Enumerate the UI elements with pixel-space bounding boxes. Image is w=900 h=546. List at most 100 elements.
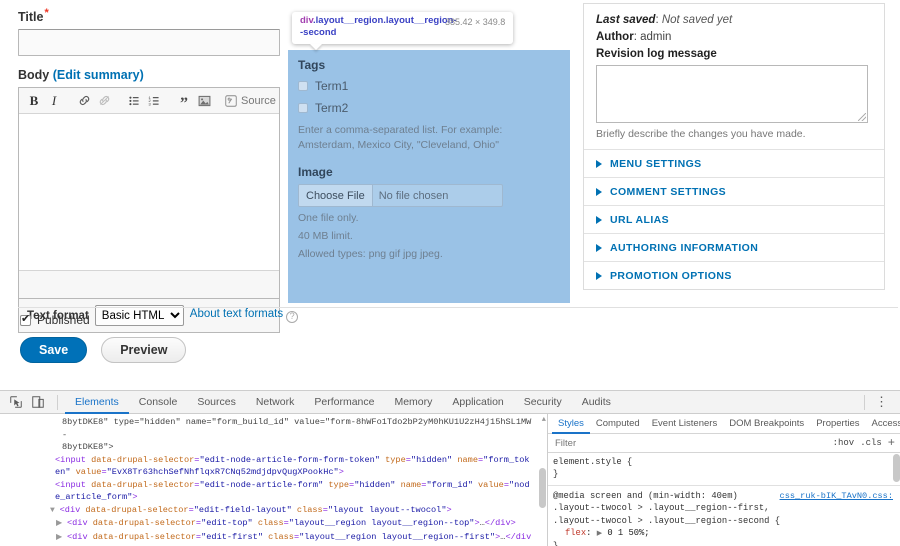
code-token: data-drupal-selector <box>88 532 196 542</box>
preview-button[interactable]: Preview <box>101 337 186 363</box>
inspect-element-icon[interactable] <box>6 394 26 411</box>
expand-arrow-icon[interactable]: ▶ <box>597 530 602 538</box>
sidebar-item-menu-settings[interactable]: MENU SETTINGS <box>584 149 884 177</box>
body-label: Body (Edit summary) <box>18 68 280 83</box>
tab-styles[interactable]: Styles <box>552 414 590 434</box>
style-rule[interactable]: @media screen and (min-width: 40em) .lay… <box>553 490 895 546</box>
last-saved-line: Last saved: Not saved yet <box>596 14 872 26</box>
devtools-more-menu[interactable]: ⋮ <box>864 395 894 410</box>
sidebar-item-authoring-information[interactable]: AUTHORING INFORMATION <box>584 233 884 261</box>
italic-button[interactable]: I <box>45 91 63 111</box>
image-file-input[interactable]: Choose File No file chosen <box>298 184 503 207</box>
inspector-dimensions: 385.42 × 349.8 <box>445 15 505 28</box>
numbered-list-icon[interactable]: 1 2 3 <box>145 91 163 111</box>
code-token: data-drupal-selector <box>86 455 194 465</box>
edit-summary-link[interactable]: (Edit summary) <box>53 68 144 82</box>
blockquote-icon[interactable]: ” <box>175 91 193 111</box>
kebab-divider <box>864 395 865 410</box>
style-source-link[interactable]: css_ruk-bIK_TAvN0.css: <box>780 490 893 502</box>
tag-term-row[interactable]: Term2 <box>298 101 560 115</box>
sidebar-item-promotion-options[interactable]: PROMOTION OPTIONS <box>584 261 884 289</box>
term1-checkbox[interactable] <box>298 81 308 91</box>
chevron-right-icon <box>596 244 602 252</box>
dom-node[interactable]: 8bytDKE8"> <box>0 441 547 454</box>
code-token: input <box>60 480 86 490</box>
tab-elements[interactable]: Elements <box>65 391 129 414</box>
dom-scrollbar[interactable]: ▲ <box>539 416 546 544</box>
styles-tabs: Styles Computed Event Listeners DOM Brea… <box>548 414 900 434</box>
code-token: "edit-top" <box>201 518 253 528</box>
tab-computed[interactable]: Computed <box>590 414 646 434</box>
help-icon[interactable]: ? <box>286 311 298 323</box>
code-token: data-drupal-selector <box>80 505 188 515</box>
unlink-icon[interactable] <box>95 91 113 111</box>
tab-performance[interactable]: Performance <box>304 391 384 414</box>
save-button[interactable]: Save <box>20 337 87 363</box>
scrollbar-thumb[interactable] <box>539 468 546 508</box>
text-format-select[interactable]: Basic HTML <box>95 305 184 326</box>
about-text-formats-link[interactable]: About text formats? <box>190 308 298 323</box>
code-token: "hidden" <box>354 480 395 490</box>
revision-log-textarea[interactable] <box>596 65 868 123</box>
tag-term-row[interactable]: Term1 <box>298 79 560 93</box>
tab-security[interactable]: Security <box>514 391 572 414</box>
choose-file-button[interactable]: Choose File <box>299 185 373 206</box>
published-checkbox[interactable] <box>20 315 31 326</box>
link-icon[interactable] <box>75 91 93 111</box>
svg-text:3: 3 <box>148 104 151 108</box>
published-label: Published <box>37 313 90 327</box>
tab-event-listeners[interactable]: Event Listeners <box>646 414 723 434</box>
term2-checkbox[interactable] <box>298 103 308 113</box>
dom-tree-pane[interactable]: 8bytDKE8" type="hidden" name="form_build… <box>0 414 548 546</box>
styles-filter-input[interactable] <box>553 437 827 450</box>
bold-button[interactable]: B <box>25 91 43 111</box>
sidebar-item-url-alias[interactable]: URL ALIAS <box>584 205 884 233</box>
device-toolbar-icon[interactable] <box>28 394 48 411</box>
code-token: 8bytDKE8" type="hidden" name="form_build… <box>62 417 531 440</box>
new-style-rule-button[interactable]: + <box>888 436 895 450</box>
tab-audits[interactable]: Audits <box>572 391 621 414</box>
code-token: "form_id" <box>426 480 472 490</box>
sidebar-item-comment-settings[interactable]: COMMENT SETTINGS <box>584 177 884 205</box>
tab-sources[interactable]: Sources <box>187 391 246 414</box>
image-icon[interactable] <box>195 91 213 111</box>
code-token: > <box>132 492 137 502</box>
term1-label: Term1 <box>315 79 348 93</box>
tab-dom-breakpoints[interactable]: DOM Breakpoints <box>723 414 810 434</box>
dom-node[interactable]: <input data-drupal-selector="edit-node-a… <box>0 479 547 504</box>
tab-console[interactable]: Console <box>129 391 188 414</box>
required-asterisk: * <box>44 7 48 19</box>
published-row[interactable]: Published <box>20 313 90 327</box>
tab-properties[interactable]: Properties <box>810 414 865 434</box>
editor-toolbar: B I 1 <box>19 88 279 114</box>
body-textarea[interactable] <box>19 114 279 270</box>
code-token: "layout layout--twocol" <box>328 505 447 515</box>
inspector-tooltip: div.layout__region.layout__region--secon… <box>292 12 513 44</box>
dom-node[interactable]: ▶ <div data-drupal-selector="edit-first"… <box>0 531 547 546</box>
tab-memory[interactable]: Memory <box>384 391 442 414</box>
code-token: name <box>395 480 421 490</box>
styles-scrollbar-thumb[interactable] <box>893 454 900 482</box>
source-button[interactable]: Source <box>225 95 276 107</box>
dom-node[interactable]: <input data-drupal-selector="edit-node-a… <box>0 454 547 479</box>
style-rule[interactable]: element.style { } <box>553 456 895 481</box>
hov-toggle[interactable]: :hov <box>833 438 855 448</box>
style-value[interactable]: 0 1 50%; <box>607 528 649 538</box>
kebab-icon[interactable]: ⋮ <box>875 395 888 410</box>
scroll-up-arrow-icon[interactable]: ▲ <box>542 416 546 424</box>
layout-region-first: Title* Body (Edit summary) B I <box>18 6 280 333</box>
title-input[interactable] <box>18 29 280 56</box>
tab-application[interactable]: Application <box>442 391 513 414</box>
style-declaration[interactable]: flex: ▶ 0 1 50%; <box>553 527 895 540</box>
resize-grip-icon[interactable] <box>858 113 866 121</box>
dom-node[interactable]: ▼ <div data-drupal-selector="edit-field-… <box>0 504 547 518</box>
dom-node[interactable]: 8bytDKE8" type="hidden" name="form_build… <box>0 416 547 441</box>
tab-accessibility[interactable]: Accessibility <box>866 414 900 434</box>
cls-toggle[interactable]: .cls <box>860 438 882 448</box>
dom-node[interactable]: ▶ <div data-drupal-selector="edit-top" c… <box>0 517 547 531</box>
inspector-selector: div.layout__region.layout__region--secon… <box>300 15 435 39</box>
body-label-text: Body <box>18 68 49 82</box>
bulleted-list-icon[interactable] <box>125 91 143 111</box>
tab-network[interactable]: Network <box>246 391 305 414</box>
devtools-panel: Elements Console Sources Network Perform… <box>0 390 900 545</box>
